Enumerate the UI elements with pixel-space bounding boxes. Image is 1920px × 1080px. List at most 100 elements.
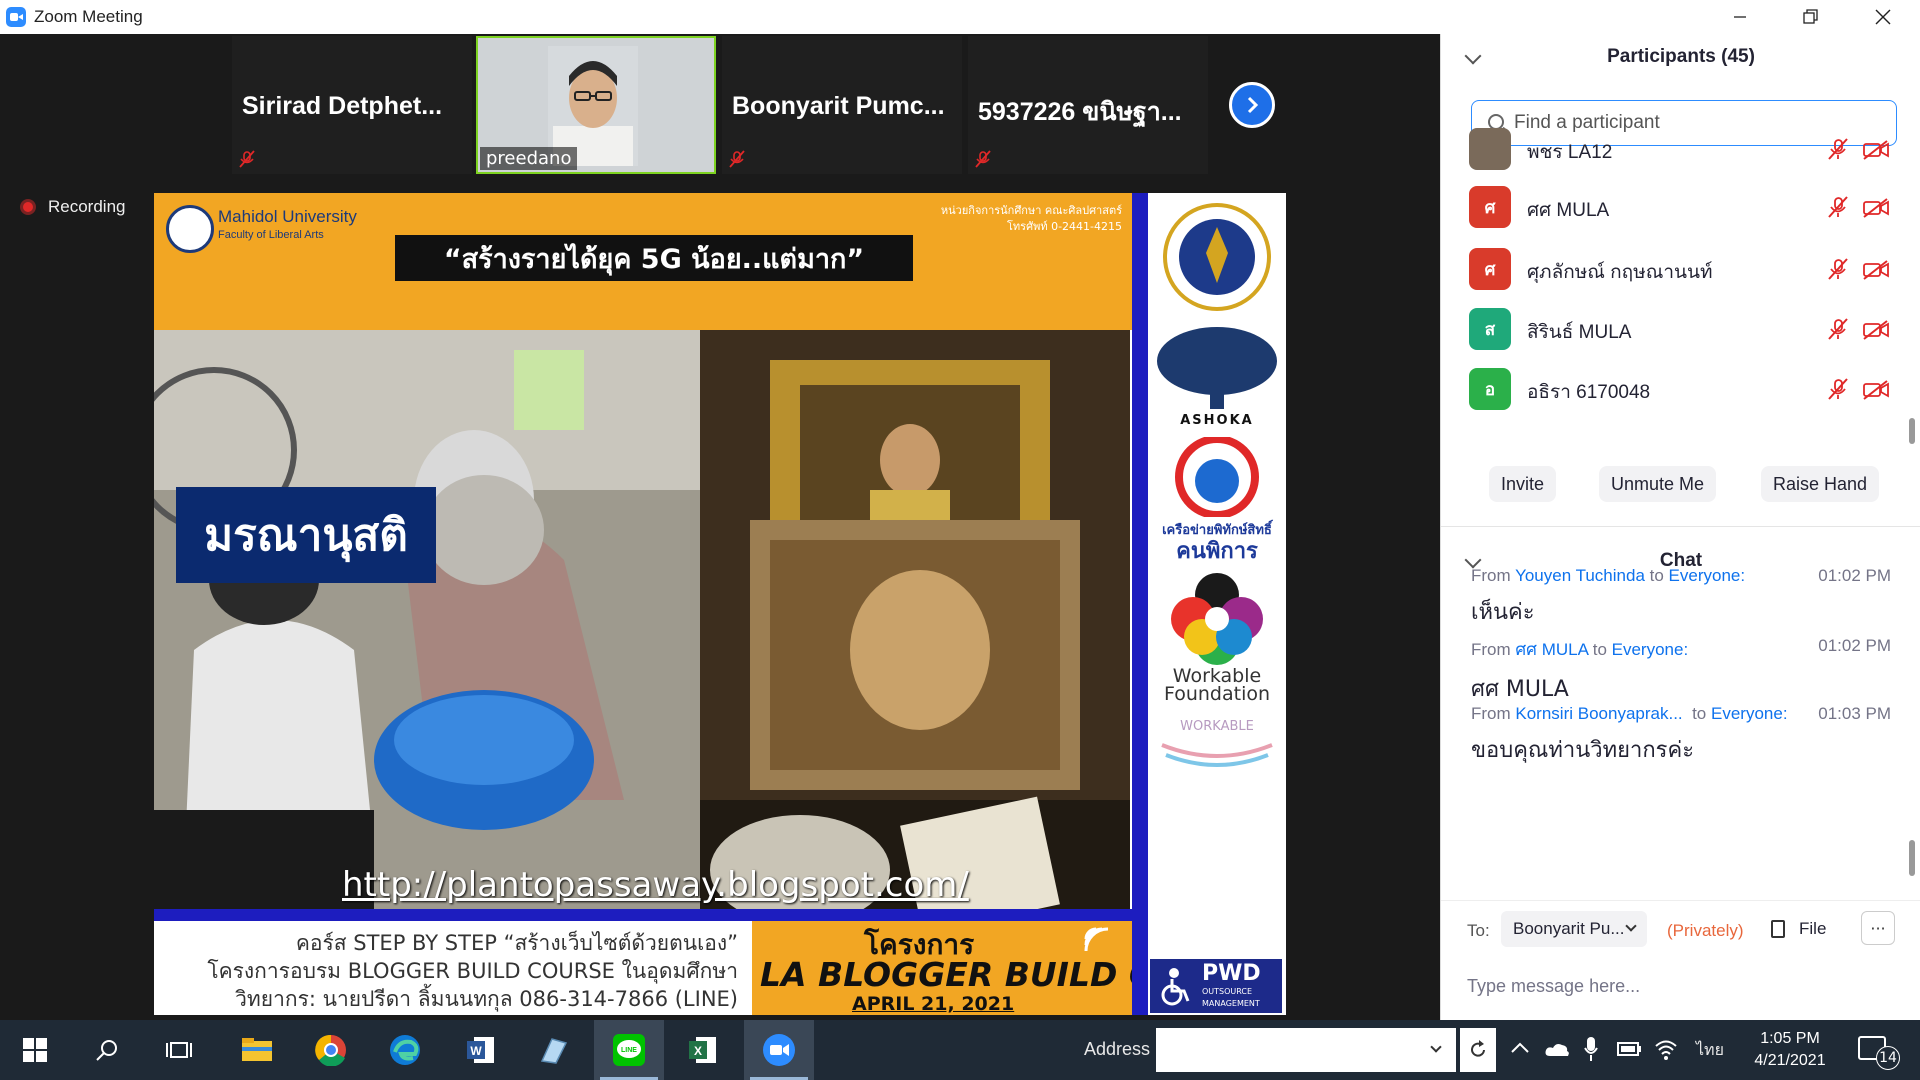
address-toolbar-label: Address	[1084, 1039, 1151, 1059]
panel-divider	[1441, 526, 1920, 527]
participant-row[interactable]: ส สิรินธ์ MULA	[1441, 300, 1911, 358]
participant-tile[interactable]: Sirirad Detphet...	[232, 36, 472, 174]
recipient-select[interactable]: Boonyarit Pu...	[1501, 911, 1647, 947]
notepad-icon	[540, 1038, 568, 1064]
line-app-icon: LINE	[613, 1034, 645, 1066]
participant-row[interactable]: ศ ศศ MULA	[1441, 178, 1911, 236]
zoom-icon	[763, 1034, 795, 1066]
chat-scrollbar[interactable]	[1909, 840, 1915, 876]
participant-video-name: preedano	[480, 147, 578, 170]
sender-link[interactable]: Youyen Tuchinda	[1515, 566, 1645, 585]
more-options-button[interactable]: ···	[1861, 911, 1895, 945]
video-off-icon[interactable]	[1863, 320, 1889, 340]
battery-icon[interactable]	[1616, 1040, 1642, 1058]
participant-tile-name: Sirirad Detphet...	[242, 92, 443, 120]
participant-row[interactable]: อ อธิรา 6170048	[1441, 360, 1911, 418]
video-off-icon[interactable]	[1863, 198, 1889, 218]
ashoka-tree-logo-icon	[1157, 327, 1277, 409]
participant-row[interactable]: พชร LA12	[1441, 120, 1911, 178]
wheelchair-icon	[1161, 968, 1190, 1006]
from-label: From	[1471, 566, 1516, 585]
line-button[interactable]: LINE	[594, 1020, 664, 1080]
notepad-button[interactable]	[518, 1020, 588, 1080]
recording-indicator[interactable]: Recording	[20, 197, 126, 217]
chat-message-meta: From ศศ MULA to Everyone: 01:02 PM	[1471, 636, 1891, 663]
muted-mic-icon	[975, 150, 991, 168]
taskbar-clock[interactable]: 1:05 PM 4/21/2021	[1740, 1028, 1840, 1072]
chat-message: From Youyen Tuchinda to Everyone: 01:02 P…	[1471, 566, 1891, 629]
word-button[interactable]: W	[446, 1020, 516, 1080]
excel-button[interactable]: X	[668, 1020, 738, 1080]
participants-title: Participants (45)	[1607, 46, 1755, 67]
contact-line: โทรศัพท์ 0-2441-4215	[1007, 220, 1122, 233]
avatar	[1469, 128, 1511, 170]
edge-button[interactable]	[370, 1020, 440, 1080]
workable-small-logo: WORKABLE	[1180, 719, 1254, 734]
collapse-participants-chevron-icon[interactable]	[1464, 47, 1482, 65]
title-bar: Zoom Meeting	[0, 0, 1920, 34]
participant-row[interactable]: ศ ศุภลักษณ์ กฤษณานนท์	[1441, 240, 1911, 298]
message-time: 01:02 PM	[1818, 566, 1891, 585]
participant-name: อธิรา 6170048	[1527, 382, 1651, 403]
windows-logo-icon	[23, 1038, 47, 1062]
muted-mic-icon[interactable]	[1827, 196, 1849, 218]
minimize-icon	[1734, 16, 1746, 18]
zoom-taskbar-button[interactable]	[744, 1020, 814, 1080]
recipient-link[interactable]: Everyone:	[1669, 566, 1746, 585]
file-button[interactable]: File	[1771, 919, 1826, 939]
network-label-large: คนพิการ	[1176, 539, 1258, 564]
refresh-button[interactable]	[1460, 1028, 1496, 1072]
minimize-button[interactable]	[1705, 0, 1775, 34]
sender-link[interactable]: Kornsiri Boonyaprak...	[1515, 704, 1682, 723]
microphone-icon[interactable]	[1584, 1036, 1598, 1062]
blog-url-link[interactable]: http://plantopassaway.blogspot.com/	[342, 865, 969, 905]
participant-video-tile[interactable]: preedano	[476, 36, 716, 174]
participant-tile[interactable]: 5937226 ขนิษฐา...	[968, 36, 1208, 174]
input-language[interactable]: ไทย	[1696, 1038, 1724, 1063]
sender-link[interactable]: ศศ MULA	[1515, 640, 1588, 659]
chat-message-input[interactable]: Type message here...	[1467, 976, 1640, 997]
wifi-icon[interactable]	[1654, 1038, 1678, 1060]
sponsor-column: ASHOKA เครือข่ายพิทักษ์สิทธิ์ คนพิการ Wo…	[1132, 193, 1286, 1015]
participant-list-scrollbar[interactable]	[1909, 418, 1915, 444]
muted-mic-icon[interactable]	[1827, 378, 1849, 400]
chevron-up-icon[interactable]	[1510, 1040, 1530, 1056]
to-text: to	[1588, 640, 1612, 659]
edge-icon	[390, 1035, 420, 1065]
recipient-link[interactable]: Everyone:	[1612, 640, 1689, 659]
video-off-icon[interactable]	[1863, 380, 1889, 400]
onedrive-cloud-icon[interactable]	[1544, 1040, 1570, 1058]
chrome-button[interactable]	[296, 1020, 366, 1080]
file-explorer-button[interactable]	[222, 1020, 292, 1080]
privately-label: (Privately)	[1667, 921, 1744, 940]
muted-mic-icon[interactable]	[1827, 258, 1849, 280]
close-icon	[1875, 9, 1891, 25]
to-text: to	[1644, 566, 1669, 585]
unmute-me-button[interactable]: Unmute Me	[1599, 466, 1717, 502]
refresh-icon	[1471, 1040, 1485, 1057]
close-button[interactable]	[1848, 0, 1918, 34]
muted-mic-icon[interactable]	[1827, 318, 1849, 340]
invite-button[interactable]: Invite	[1489, 466, 1557, 502]
file-icon	[1771, 920, 1785, 938]
next-page-button[interactable]	[1229, 82, 1275, 128]
chat-message: From ศศ MULA to Everyone: 01:02 PM ศศ MULA	[1471, 636, 1891, 706]
task-view-button[interactable]	[144, 1020, 214, 1080]
video-off-icon[interactable]	[1863, 260, 1889, 280]
participant-tile-name: 5937226 ขนิษฐา...	[978, 98, 1182, 126]
recipient-link[interactable]: Everyone:	[1711, 704, 1788, 723]
slide-contact: หน่วยกิจการนักศึกษา คณะศิลปศาสตร์ โทรศัพ…	[941, 203, 1122, 235]
participant-tile[interactable]: Boonyarit Pumc...	[722, 36, 962, 174]
address-input[interactable]	[1156, 1028, 1456, 1072]
raise-hand-button[interactable]: Raise Hand	[1761, 466, 1880, 502]
start-button[interactable]	[0, 1020, 70, 1080]
video-off-icon[interactable]	[1863, 140, 1889, 160]
from-label: From	[1471, 704, 1516, 723]
muted-mic-icon[interactable]	[1827, 138, 1849, 160]
course-title-box: โครงการ LA BLOGGER BUILD COURSE APRIL 21…	[752, 921, 1280, 1015]
search-button[interactable]	[72, 1020, 142, 1080]
notification-count-badge: 14	[1876, 1046, 1900, 1070]
restore-button[interactable]	[1776, 0, 1846, 34]
participant-tile-name: Boonyarit Pumc...	[732, 92, 945, 120]
chevron-down-icon	[1625, 920, 1637, 932]
